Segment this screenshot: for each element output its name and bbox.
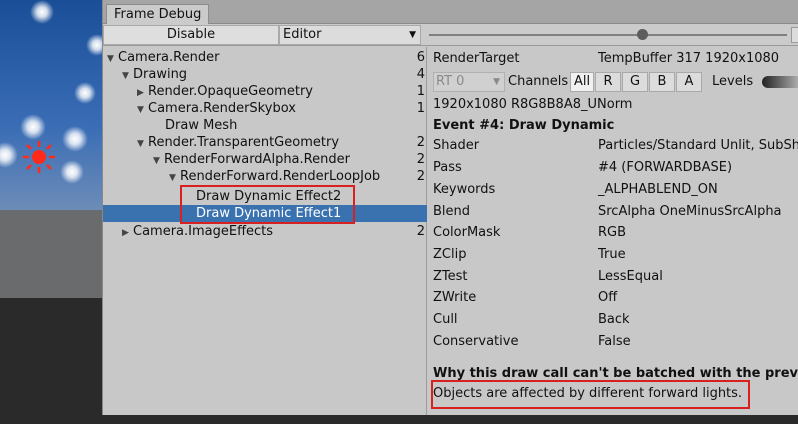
event-count: 4 <box>416 67 425 82</box>
tree-label: Render.TransparentGeometry <box>148 135 340 150</box>
collapsed-triangle-icon[interactable]: ▶ <box>122 225 133 242</box>
prop-key: ColorMask <box>433 225 501 240</box>
light-glow <box>20 114 46 140</box>
prop-value: Off <box>598 290 618 305</box>
rt-dropdown[interactable]: RT 0 ▼ <box>433 72 505 92</box>
bottom-strip <box>0 415 798 424</box>
tree-row-transparent-geometry[interactable]: ▼ Render.TransparentGeometry 2 <box>103 134 427 151</box>
channels-label: Channels <box>508 74 569 89</box>
tree-row-camera-render[interactable]: ▼ Camera.Render 6 <box>103 49 427 66</box>
prop-key: ZClip <box>433 247 467 262</box>
tree-row-render-loop-job[interactable]: ▼ RenderForward.RenderLoopJob 2 <box>103 168 427 185</box>
prop-value: True <box>598 247 626 262</box>
frame-debug-panel: Frame Debug Disable Editor ▼ ▼ Camera.Ren… <box>102 0 798 424</box>
tree-row-render-skybox[interactable]: ▼ Camera.RenderSkybox 1 <box>103 100 427 117</box>
editor-dropdown-label: Editor <box>283 27 322 42</box>
disable-button[interactable]: Disable <box>103 25 279 45</box>
tree-row-drawing[interactable]: ▼ Drawing 4 <box>103 66 427 83</box>
tree-row-opaque-geometry[interactable]: ▶ Render.OpaqueGeometry 1 <box>103 83 427 100</box>
prop-value: #4 (FORWARDBASE) <box>598 160 733 175</box>
prop-key: Cull <box>433 312 458 327</box>
event-count: 1 <box>416 101 425 116</box>
event-slider-thumb[interactable] <box>637 29 648 40</box>
light-glow <box>86 34 102 56</box>
prop-value: LessEqual <box>598 269 663 284</box>
event-slider-track[interactable] <box>429 34 787 36</box>
channel-a-button[interactable]: A <box>676 72 702 92</box>
prop-value: RGB <box>598 225 627 240</box>
event-count: 2 <box>416 135 425 150</box>
event-count: 2 <box>416 224 425 239</box>
event-count: 2 <box>416 152 425 167</box>
chevron-down-icon: ▼ <box>409 30 416 40</box>
prop-key: Pass <box>433 160 462 175</box>
render-target-toolbar: RT 0 ▼ Channels All R G B A Levels <box>428 71 798 93</box>
event-tree: ▼ Camera.Render 6 ▼ Drawing 4 ▶ Render.Opaq… <box>103 47 427 424</box>
scene-view <box>0 0 102 424</box>
tree-label: Camera.RenderSkybox <box>148 101 296 116</box>
highlight-box <box>431 380 750 409</box>
prop-value: SrcAlpha OneMinusSrcAlpha <box>598 204 782 219</box>
prop-key: Shader <box>433 138 480 153</box>
channel-b-button[interactable]: B <box>649 72 675 92</box>
light-glow <box>74 82 96 104</box>
prop-value: Back <box>598 312 630 327</box>
format-text: 1920x1080 R8G8B8A8_UNorm <box>433 97 633 112</box>
event-count: 2 <box>416 169 425 184</box>
scene-ground <box>0 210 102 298</box>
tree-label: RenderForward.RenderLoopJob <box>180 169 381 184</box>
highlight-box <box>180 185 355 224</box>
event-details: RenderTarget TempBuffer 317 1920x1080 RT… <box>428 47 798 424</box>
prop-value: False <box>598 334 631 349</box>
prop-key: ZWrite <box>433 290 477 305</box>
light-glow <box>60 160 84 184</box>
tree-label: RenderForwardAlpha.Render <box>164 152 350 167</box>
prop-value: Particles/Standard Unlit, SubSha <box>598 138 798 153</box>
channel-all-button[interactable]: All <box>570 72 594 92</box>
chevron-down-icon: ▼ <box>493 77 500 87</box>
editor-dropdown[interactable]: Editor ▼ <box>279 25 421 45</box>
toolbar: Disable Editor ▼ <box>103 24 798 46</box>
tree-row-image-effects[interactable]: ▶ Camera.ImageEffects 2 <box>103 223 427 240</box>
light-gizmo-icon[interactable] <box>22 140 56 174</box>
light-glow <box>30 0 54 24</box>
light-glow <box>0 142 18 168</box>
prop-key: Keywords <box>433 182 496 197</box>
tab-frame-debug[interactable]: Frame Debug <box>106 4 210 25</box>
expanded-triangle-icon[interactable]: ▼ <box>169 170 180 187</box>
rt-dropdown-label: RT 0 <box>436 74 465 89</box>
scene-floor <box>0 298 102 424</box>
tree-label: Camera.Render <box>118 50 220 65</box>
prop-key: ZTest <box>433 269 468 284</box>
tree-label: Draw Mesh <box>165 118 238 133</box>
event-count: 1 <box>416 84 425 99</box>
channel-g-button[interactable]: G <box>622 72 648 92</box>
render-target-value: TempBuffer 317 1920x1080 <box>598 51 780 66</box>
event-count: 6 <box>416 50 425 65</box>
tree-label: Render.OpaqueGeometry <box>148 84 313 99</box>
tree-label: Drawing <box>133 67 188 82</box>
event-stepper[interactable] <box>791 27 798 43</box>
tree-label: Camera.ImageEffects <box>133 224 274 239</box>
prop-key: Conservative <box>433 334 519 349</box>
levels-label: Levels <box>712 74 754 89</box>
render-target-label: RenderTarget <box>433 51 520 66</box>
prop-value: _ALPHABLEND_ON <box>598 182 718 197</box>
levels-slider[interactable] <box>762 76 798 88</box>
prop-key: Blend <box>433 204 471 219</box>
tree-row-draw-mesh[interactable]: Draw Mesh <box>103 117 427 134</box>
event-title: Event #4: Draw Dynamic <box>433 118 615 133</box>
light-glow <box>62 126 88 152</box>
tab-bar: Frame Debug <box>103 0 798 25</box>
tree-row-forward-alpha-render[interactable]: ▼ RenderForwardAlpha.Render 2 <box>103 151 427 168</box>
channel-r-button[interactable]: R <box>595 72 621 92</box>
